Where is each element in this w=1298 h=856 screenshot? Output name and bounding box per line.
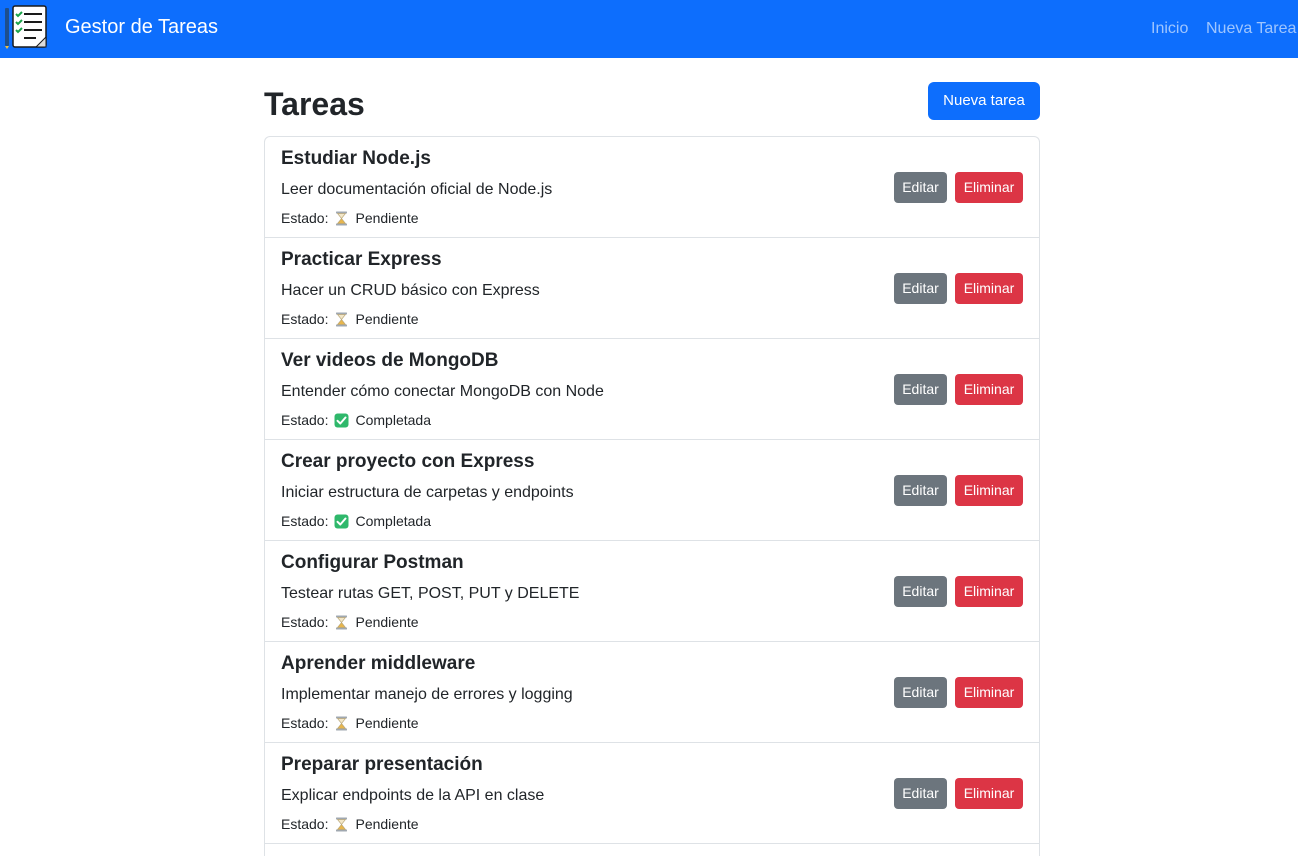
task-item: Ver videos de MongoDB Entender cómo cone… bbox=[265, 339, 1039, 440]
edit-button[interactable]: Editar bbox=[894, 273, 947, 304]
status-prefix: Estado: bbox=[281, 412, 329, 428]
status-prefix: Estado: bbox=[281, 614, 329, 630]
edit-button[interactable]: Editar bbox=[894, 576, 947, 607]
hourglass-icon bbox=[336, 716, 348, 730]
status-label: Pendiente bbox=[355, 816, 419, 832]
task-title: Preparar presentación bbox=[281, 754, 483, 775]
hourglass-icon bbox=[336, 211, 348, 225]
task-title: Practicar Express bbox=[281, 249, 442, 270]
status-label: Pendiente bbox=[355, 715, 419, 731]
status-prefix: Estado: bbox=[281, 311, 329, 327]
check-mark-icon bbox=[334, 413, 349, 427]
task-description: Testear rutas GET, POST, PUT y DELETE bbox=[281, 585, 580, 602]
status-label: Pendiente bbox=[355, 210, 419, 226]
hourglass-icon bbox=[336, 615, 348, 629]
edit-button[interactable]: Editar bbox=[894, 172, 947, 203]
task-status: Estado: Pendiente bbox=[281, 310, 419, 328]
task-status: Estado: Pendiente bbox=[281, 714, 419, 732]
delete-button[interactable]: Eliminar bbox=[955, 677, 1023, 708]
task-item: Configurar Postman Testear rutas GET, PO… bbox=[265, 541, 1039, 642]
task-description: Leer documentación oficial de Node.js bbox=[281, 181, 553, 198]
task-title: Ver videos de MongoDB bbox=[281, 350, 499, 371]
delete-button[interactable]: Eliminar bbox=[955, 273, 1023, 304]
delete-button[interactable]: Eliminar bbox=[955, 778, 1023, 809]
edit-button[interactable]: Editar bbox=[894, 475, 947, 506]
task-status: Estado: Pendiente bbox=[281, 209, 419, 227]
hourglass-icon bbox=[336, 312, 348, 326]
delete-button[interactable]: Eliminar bbox=[955, 172, 1023, 203]
task-title: Aprender middleware bbox=[281, 653, 476, 674]
checklist-notepad-icon[interactable] bbox=[4, 5, 48, 49]
task-list: Estudiar Node.js Leer documentación ofic… bbox=[264, 136, 1040, 856]
task-title: Configurar Postman bbox=[281, 552, 464, 573]
status-label: Pendiente bbox=[355, 311, 419, 327]
brand-title[interactable]: Gestor de Tareas bbox=[65, 14, 218, 40]
task-status: Estado: Completada bbox=[281, 411, 431, 429]
task-item: Aprender middleware Implementar manejo d… bbox=[265, 642, 1039, 743]
status-prefix: Estado: bbox=[281, 210, 329, 226]
task-item: Estudiar Node.js Leer documentación ofic… bbox=[265, 137, 1039, 238]
status-label: Pendiente bbox=[355, 614, 419, 630]
task-description: Explicar endpoints de la API en clase bbox=[281, 787, 545, 804]
task-title: Estudiar Node.js bbox=[281, 148, 431, 169]
status-label: Completada bbox=[355, 412, 431, 428]
status-label: Completada bbox=[355, 513, 431, 529]
status-prefix: Estado: bbox=[281, 513, 329, 529]
status-prefix: Estado: bbox=[281, 715, 329, 731]
task-item: Crear proyecto con Express Iniciar estru… bbox=[265, 440, 1039, 541]
delete-button[interactable]: Eliminar bbox=[955, 374, 1023, 405]
edit-button[interactable]: Editar bbox=[894, 778, 947, 809]
task-title: Crear proyecto con Express bbox=[281, 451, 535, 472]
task-status: Estado: Completada bbox=[281, 512, 431, 530]
task-item: Practicar Express Hacer un CRUD básico c… bbox=[265, 238, 1039, 339]
task-status: Estado: Pendiente bbox=[281, 815, 419, 833]
page-title: Tareas bbox=[264, 86, 365, 122]
task-description: Iniciar estructura de carpetas y endpoin… bbox=[281, 484, 574, 501]
status-prefix: Estado: bbox=[281, 816, 329, 832]
nav-link-inicio[interactable]: Inicio bbox=[1151, 18, 1188, 40]
task-description: Implementar manejo de errores y logging bbox=[281, 686, 573, 703]
hourglass-icon bbox=[336, 817, 348, 831]
edit-button[interactable]: Editar bbox=[894, 677, 947, 708]
navbar: Gestor de Tareas Inicio Nueva Tarea bbox=[0, 0, 1298, 58]
delete-button[interactable]: Eliminar bbox=[955, 475, 1023, 506]
delete-button[interactable]: Eliminar bbox=[955, 576, 1023, 607]
task-description: Entender cómo conectar MongoDB con Node bbox=[281, 383, 604, 400]
nav-link-nueva-tarea[interactable]: Nueva Tarea bbox=[1206, 18, 1296, 40]
edit-button[interactable]: Editar bbox=[894, 374, 947, 405]
task-description: Hacer un CRUD básico con Express bbox=[281, 282, 540, 299]
task-status: Estado: Pendiente bbox=[281, 613, 419, 631]
new-task-button[interactable]: Nueva tarea bbox=[928, 82, 1040, 120]
task-item: Preparar presentación Explicar endpoints… bbox=[265, 743, 1039, 844]
check-mark-icon bbox=[334, 514, 349, 528]
